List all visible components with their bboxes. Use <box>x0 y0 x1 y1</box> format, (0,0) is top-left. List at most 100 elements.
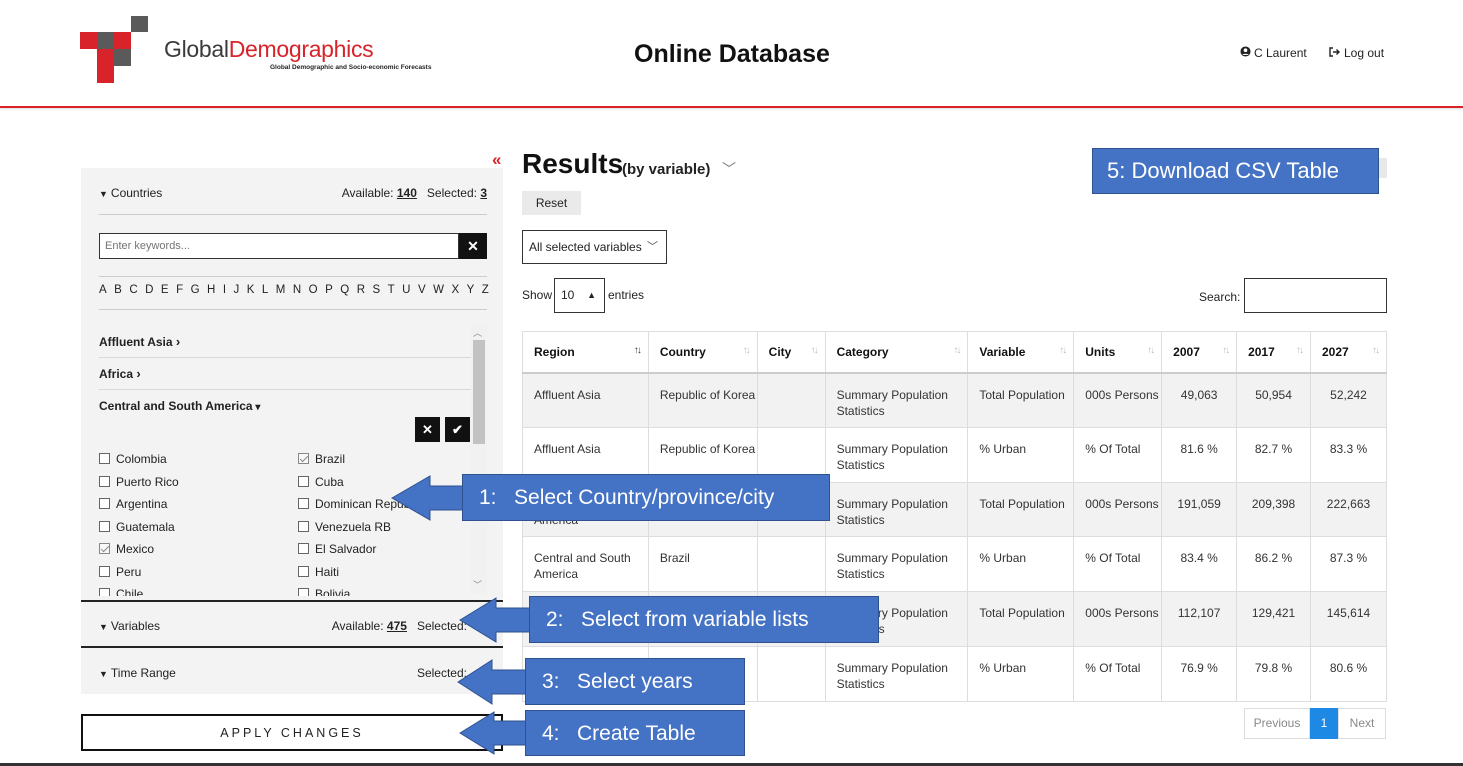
entries-per-page-select[interactable]: 10 ▲ <box>554 278 605 313</box>
country-option[interactable]: Haiti <box>298 565 339 579</box>
results-view-mode[interactable]: (by variable) <box>622 161 710 178</box>
letter-filter-a[interactable]: A <box>99 284 107 296</box>
letter-filter-g[interactable]: G <box>191 284 200 296</box>
letter-filter-d[interactable]: D <box>145 284 153 296</box>
group-central-south-america[interactable]: Central and South America ▾ <box>99 399 260 413</box>
chevron-down-icon[interactable]: ﹀ <box>722 159 736 179</box>
checkbox[interactable] <box>298 588 309 596</box>
checkbox[interactable] <box>99 565 110 577</box>
checkbox-checked[interactable] <box>298 453 309 464</box>
sort-icon[interactable]: ↑↓ <box>1147 345 1155 356</box>
table-search-input[interactable] <box>1244 278 1387 313</box>
letter-filter-t[interactable]: T <box>388 284 395 296</box>
letter-filter-h[interactable]: H <box>207 284 215 296</box>
sort-icon[interactable]: ↑↓ <box>743 345 751 356</box>
page-1-button[interactable]: 1 <box>1310 708 1338 739</box>
deselect-all-button[interactable]: ✕ <box>415 417 440 442</box>
country-option[interactable]: Peru <box>99 565 141 579</box>
country-option[interactable]: Argentina <box>99 497 167 511</box>
letter-filter-f[interactable]: F <box>176 284 183 296</box>
sort-icon[interactable]: ↑↓ <box>1222 345 1230 356</box>
country-option[interactable]: Guatemala <box>99 520 175 534</box>
user-menu[interactable]: C Laurent <box>1240 46 1307 60</box>
download-csv-callout[interactable]: 5: Download CSV Table <box>1092 148 1379 194</box>
column-header[interactable]: Units ↑↓ <box>1073 331 1163 374</box>
column-header[interactable]: 2017 ↑↓ <box>1236 331 1311 374</box>
letter-filter-l[interactable]: L <box>262 284 268 296</box>
country-label: Venezuela RB <box>315 519 392 534</box>
letter-filter-k[interactable]: K <box>247 284 255 296</box>
checkbox[interactable] <box>99 453 110 464</box>
checkbox[interactable] <box>99 475 110 487</box>
countries-header[interactable]: ▼ Countries Available: 140 Selected: 3 <box>99 186 487 200</box>
checkbox[interactable] <box>298 498 309 509</box>
sort-icon[interactable]: ↑↓ <box>953 345 961 356</box>
country-option[interactable]: Cuba <box>298 475 344 489</box>
country-option[interactable]: Brazil <box>298 452 345 466</box>
letter-filter-z[interactable]: Z <box>482 284 489 296</box>
letter-filter-c[interactable]: C <box>129 284 137 296</box>
country-keyword-input[interactable] <box>99 233 459 259</box>
checkbox[interactable] <box>298 475 309 487</box>
letter-filter-e[interactable]: E <box>161 284 169 296</box>
checkbox[interactable] <box>99 588 110 596</box>
logout-link[interactable]: Log out <box>1329 46 1384 60</box>
country-option[interactable]: Mexico <box>99 542 154 556</box>
previous-page-button[interactable]: Previous <box>1244 708 1310 739</box>
column-header[interactable]: Category ↑↓ <box>824 331 969 374</box>
checkbox[interactable] <box>298 565 309 577</box>
country-option[interactable]: Puerto Rico <box>99 475 179 489</box>
letter-filter-p[interactable]: P <box>325 284 333 296</box>
column-header[interactable]: Variable ↑↓ <box>967 331 1075 374</box>
checkbox-checked[interactable] <box>99 543 110 554</box>
letter-filter-x[interactable]: X <box>451 284 459 296</box>
checkbox[interactable] <box>99 498 110 509</box>
reset-button[interactable]: Reset <box>522 191 581 215</box>
variable-filter-select[interactable]: All selected variables ﹀ <box>522 230 667 264</box>
letter-filter-w[interactable]: W <box>433 284 444 296</box>
letter-filter-j[interactable]: J <box>234 284 240 296</box>
letter-filter-i[interactable]: I <box>223 284 226 296</box>
sort-icon[interactable]: ↑↓ <box>1372 345 1380 356</box>
column-header[interactable]: 2027 ↑↓ <box>1310 331 1387 374</box>
countries-selected-count[interactable]: 3 <box>480 186 487 200</box>
column-header[interactable]: Country ↑↓ <box>647 331 758 374</box>
time-range-header[interactable]: ▼ Time Range Selected: <box>99 666 487 680</box>
checkbox[interactable] <box>99 520 110 532</box>
letter-filter-n[interactable]: N <box>293 284 301 296</box>
letter-filter-o[interactable]: O <box>309 284 318 296</box>
checkbox[interactable] <box>298 543 309 554</box>
clear-keyword-button[interactable]: ✕ <box>459 233 487 259</box>
group-africa[interactable]: Africa › <box>99 366 141 381</box>
sort-icon[interactable]: ↑↓ <box>1296 345 1304 356</box>
group-affluent-asia[interactable]: Affluent Asia › <box>99 334 180 349</box>
sort-icon[interactable]: ↑↓ <box>811 345 819 356</box>
next-page-button[interactable]: Next <box>1338 708 1386 739</box>
collapse-sidebar-icon[interactable]: « <box>492 150 501 170</box>
apply-changes-button[interactable]: APPLY CHANGES <box>81 714 503 751</box>
checkbox[interactable] <box>298 520 309 532</box>
column-header[interactable]: Region ↑↓ <box>522 331 649 374</box>
letter-filter-r[interactable]: R <box>357 284 365 296</box>
select-all-button[interactable]: ✔ <box>445 417 470 442</box>
country-option[interactable]: El Salvador <box>298 542 376 556</box>
country-option[interactable]: Colombia <box>99 452 167 466</box>
country-option[interactable]: Chile <box>99 587 143 596</box>
sort-icon[interactable]: ↑↓ <box>1059 345 1067 356</box>
countries-available-count[interactable]: 140 <box>397 186 417 200</box>
globaldemographics-logo[interactable]: GlobalDemographics Global Demographic an… <box>80 16 450 86</box>
variables-header[interactable]: ▼ Variables Available: 475 Selected: <box>99 619 487 633</box>
letter-filter-b[interactable]: B <box>114 284 122 296</box>
letter-filter-v[interactable]: V <box>418 284 426 296</box>
variables-available-count[interactable]: 475 <box>387 619 407 633</box>
country-option[interactable]: Venezuela RB <box>298 520 391 534</box>
letter-filter-q[interactable]: Q <box>340 284 349 296</box>
column-header[interactable]: City ↑↓ <box>756 331 826 374</box>
letter-filter-s[interactable]: S <box>372 284 380 296</box>
sort-icon[interactable]: ↑↓ <box>634 345 642 356</box>
letter-filter-u[interactable]: U <box>402 284 410 296</box>
column-header[interactable]: 2007 ↑↓ <box>1161 331 1238 374</box>
letter-filter-m[interactable]: M <box>276 284 286 296</box>
country-option[interactable]: Bolivia <box>298 587 350 596</box>
letter-filter-y[interactable]: Y <box>467 284 475 296</box>
